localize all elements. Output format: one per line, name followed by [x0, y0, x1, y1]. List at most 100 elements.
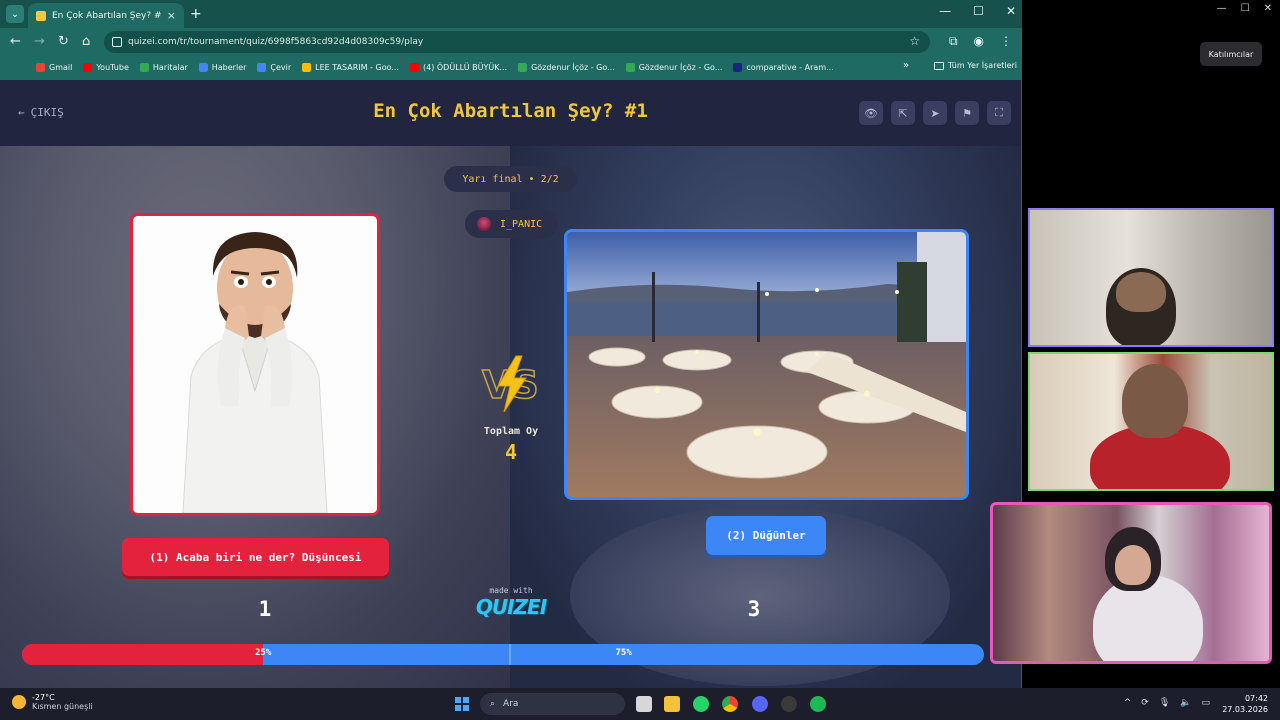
tab-list-button[interactable]: ⌄ — [6, 5, 24, 23]
bookmarks-overflow-button[interactable]: » — [903, 60, 909, 71]
weather-sun-icon — [12, 695, 26, 709]
new-tab-button[interactable]: + — [190, 6, 202, 22]
tab-title: En Çok Abartılan Şey? #1 - Tier — [52, 10, 161, 21]
right-choice-button[interactable]: (2) Düğünler — [706, 516, 826, 555]
share-icon[interactable]: ⇱ — [891, 101, 915, 125]
bookmark-star-icon[interactable]: ☆ — [909, 34, 920, 48]
all-bookmarks-button[interactable]: Tüm Yer İşaretleri — [934, 61, 1017, 70]
versus-lightning-icon: VS — [481, 355, 540, 413]
participant-video[interactable] — [1028, 208, 1274, 347]
participant-face — [1116, 272, 1166, 312]
left-percent-label: 25% — [255, 648, 272, 658]
site-info-icon[interactable] — [112, 37, 122, 47]
bookmark-item[interactable]: Çevir — [257, 62, 291, 72]
quiz-header: ← ÇIKIŞ En Çok Abartılan Şey? #1 👁 ⇱ ➤ ⚑… — [0, 80, 1021, 146]
taskbar-search[interactable]: ⌕ Ara — [480, 693, 625, 715]
weather-widget[interactable]: -27°C Kısmen güneşli — [12, 693, 93, 711]
windows-start-icon[interactable] — [455, 697, 469, 711]
address-bar[interactable]: quizei.com/tr/tournament/quiz/6998f5863c… — [104, 31, 930, 53]
maximize-icon[interactable]: ☐ — [973, 4, 984, 18]
right-vote-count: 3 — [747, 597, 761, 621]
translate-icon — [257, 62, 267, 72]
left-vote-fill — [22, 644, 263, 665]
bookmark-item[interactable]: Gözdenur İçöz - Go... — [518, 62, 615, 72]
microphone-icon[interactable]: 🎙 — [1159, 698, 1170, 708]
participants-tooltip: Katılımcılar — [1200, 42, 1262, 66]
quizei-favicon-icon — [36, 10, 46, 21]
bookmark-item[interactable]: Gözdenur İçöz - Go... — [625, 62, 722, 72]
bookmark-item[interactable]: Haritalar — [139, 62, 188, 72]
home-icon[interactable]: ⌂ — [82, 34, 90, 49]
extensions-icon[interactable]: ⧉ — [949, 34, 958, 49]
extension-icons: ⧉ ◉ ⋮ — [949, 34, 1012, 49]
back-icon[interactable]: ← — [10, 34, 21, 49]
chrome-icon[interactable] — [722, 696, 738, 712]
quizei-logo[interactable]: QUIZEI — [470, 595, 552, 619]
maximize-icon[interactable]: ☐ — [1241, 3, 1250, 14]
left-choice-button[interactable]: (1) Acaba biri ne der? Düşüncesi — [122, 538, 389, 576]
clock[interactable]: 07:42 27.03.2026 — [1222, 693, 1268, 715]
minimize-icon[interactable]: — — [939, 4, 951, 18]
obs-icon[interactable] — [781, 696, 797, 712]
bookmark-item[interactable]: YouTube — [83, 62, 129, 72]
total-votes-value: 4 — [504, 440, 518, 464]
flag-icon[interactable]: ⚑ — [955, 101, 979, 125]
tab-bar: ⌄ En Çok Abartılan Şey? #1 - Tier × + — … — [0, 0, 1022, 28]
streamer-face — [1115, 545, 1151, 585]
quiz-tools: 👁 ⇱ ➤ ⚑ ⛶ — [859, 101, 1011, 125]
bookmark-item[interactable]: Gmail — [36, 62, 72, 72]
participant-video[interactable] — [1028, 352, 1274, 491]
volume-icon[interactable]: 🔈 — [1180, 698, 1191, 708]
close-window-icon[interactable]: ✕ — [1006, 4, 1016, 18]
active-tab[interactable]: En Çok Abartılan Şey? #1 - Tier × — [28, 3, 184, 28]
fullscreen-icon[interactable]: ⛶ — [987, 101, 1011, 125]
whatsapp-icon[interactable] — [693, 696, 709, 712]
taskbar: -27°C Kısmen güneşli ⌕ Ara ^ ⟳ 🎙 🔈 ▭ 07:… — [0, 688, 1280, 720]
news-icon — [198, 62, 208, 72]
worried-man-illustration — [133, 216, 377, 513]
bookmark-item[interactable]: LEE TASARIM - Goo... — [302, 62, 399, 72]
left-choice-image[interactable] — [130, 213, 380, 516]
discord-icon[interactable] — [752, 696, 768, 712]
close-icon[interactable]: × — [167, 9, 176, 22]
match-stage: Yarı final • 2/2 I_PANIC Toplam Oy 4 (1)… — [0, 146, 1021, 688]
drive-icon — [302, 62, 312, 72]
bookmark-item[interactable]: comparative - Aram... — [733, 62, 834, 72]
call-window-controls: — ☐ ✕ — [1217, 3, 1272, 14]
right-choice-image[interactable] — [564, 229, 969, 500]
weather-temp: -27°C — [32, 693, 55, 702]
task-view-icon[interactable] — [636, 696, 652, 712]
drive-icon — [518, 62, 528, 72]
bookmarks-bar: Gmail YouTube Haritalar Haberler Çevir L… — [0, 56, 1022, 78]
folder-icon — [934, 61, 944, 70]
eye-icon[interactable]: 👁 — [859, 101, 883, 125]
menu-icon[interactable]: ⋮ — [1000, 34, 1012, 49]
window-controls: — ☐ ✕ — [939, 4, 1016, 18]
sync-icon[interactable]: ⟳ — [1141, 698, 1149, 708]
streamer-webcam — [990, 502, 1272, 664]
weather-condition: Kısmen güneşli — [32, 702, 93, 711]
round-badge: Yarı final • 2/2 — [444, 166, 577, 192]
bookmark-item[interactable]: (4) ÖDÜLLÜ BÜYÜK... — [410, 62, 507, 72]
reload-icon[interactable]: ↻ — [58, 34, 69, 49]
profile-avatar-icon[interactable]: ◉ — [974, 34, 984, 49]
participant-face — [1122, 364, 1188, 438]
send-icon[interactable]: ➤ — [923, 101, 947, 125]
bookmark-item[interactable]: Haberler — [198, 62, 246, 72]
right-percent-label: 75% — [615, 648, 632, 658]
user-badge: I_PANIC — [465, 210, 558, 238]
battery-icon[interactable]: ▭ — [1201, 698, 1210, 708]
url-text: quizei.com/tr/tournament/quiz/6998f5863c… — [128, 37, 424, 47]
browser-window: ⌄ En Çok Abartılan Şey? #1 - Tier × + — … — [0, 0, 1022, 688]
search-icon: ⌕ — [490, 699, 496, 709]
wedding-venue-illustration — [567, 232, 966, 497]
spotify-icon[interactable] — [810, 696, 826, 712]
youtube-icon — [410, 62, 419, 72]
close-window-icon[interactable]: ✕ — [1264, 3, 1272, 14]
file-explorer-icon[interactable] — [664, 696, 680, 712]
chevron-up-icon[interactable]: ^ — [1124, 698, 1132, 708]
username: I_PANIC — [500, 218, 543, 230]
forward-icon[interactable]: → — [34, 34, 45, 49]
minimize-icon[interactable]: — — [1217, 3, 1227, 14]
user-avatar — [477, 217, 491, 231]
